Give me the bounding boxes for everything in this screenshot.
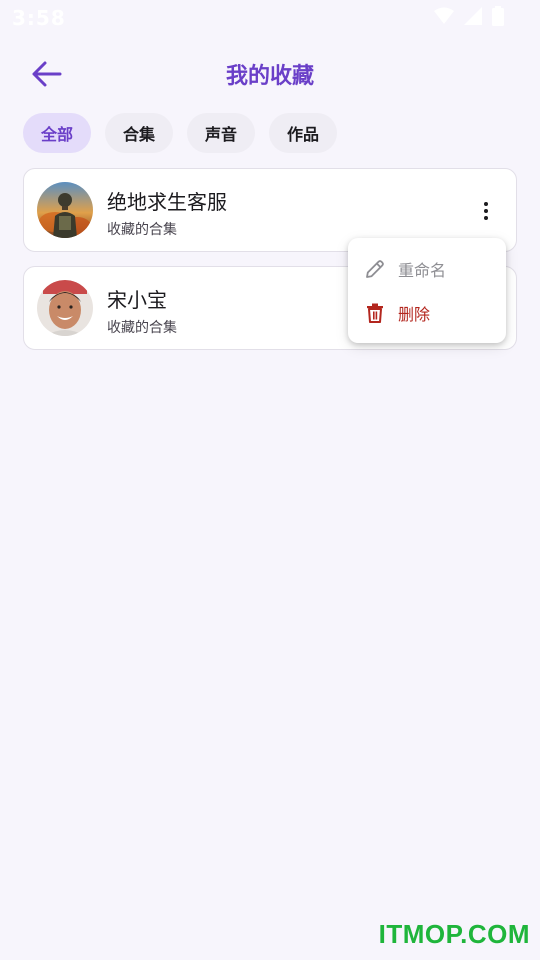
avatar <box>37 280 93 336</box>
status-time: 3:58 <box>12 6 66 30</box>
filter-chips: 全部 合集 声音 作品 <box>23 113 338 153</box>
rename-label: 重命名 <box>398 261 447 280</box>
avatar <box>37 182 93 238</box>
chip-sounds[interactable]: 声音 <box>187 113 256 153</box>
item-title: 宋小宝 <box>107 288 167 312</box>
item-subtitle: 收藏的合集 <box>107 222 177 238</box>
more-vert-icon <box>484 202 488 206</box>
item-subtitle: 收藏的合集 <box>107 320 177 336</box>
status-bar: 3:58 <box>0 0 540 36</box>
item-title: 绝地求生客服 <box>107 190 227 214</box>
wifi-icon <box>434 7 454 24</box>
delete-label: 删除 <box>398 305 431 324</box>
app-bar: 我的收藏 <box>0 44 540 102</box>
context-menu: 重命名 删除 <box>348 238 506 343</box>
more-options-button[interactable] <box>474 197 498 225</box>
delete-menu-item[interactable]: 删除 <box>348 291 506 335</box>
watermark: ITMOP.COM <box>378 919 530 949</box>
more-vert-icon-dot <box>484 216 488 220</box>
rename-menu-item[interactable]: 重命名 <box>348 247 506 291</box>
cell-signal-icon <box>464 7 482 25</box>
chip-collections[interactable]: 合集 <box>105 113 174 153</box>
chip-all[interactable]: 全部 <box>23 113 92 153</box>
chip-works[interactable]: 作品 <box>269 113 338 153</box>
page-title: 我的收藏 <box>225 64 314 89</box>
more-vert-icon-dot <box>484 209 488 213</box>
status-icons <box>434 6 504 26</box>
trash-icon <box>367 303 383 323</box>
pencil-icon <box>366 260 384 278</box>
battery-icon <box>492 6 504 26</box>
